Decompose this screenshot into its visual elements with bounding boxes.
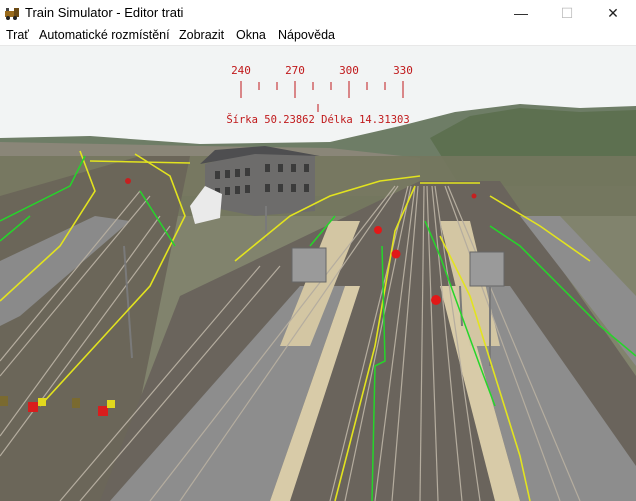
- editor-window: Train Simulator - Editor trati — ☐ ✕ Tra…: [0, 0, 636, 501]
- close-button[interactable]: ✕: [590, 0, 636, 26]
- signal-marker-2: [98, 406, 108, 416]
- signal-marker-1: [28, 402, 38, 412]
- coordinates-readout: Šírka 50.23862 Délka 14.31303: [226, 113, 409, 126]
- menu-item-zobrazit[interactable]: Zobrazit: [179, 28, 224, 42]
- menu-bar: Trať Automatické rozmístění Zobrazit Okn…: [0, 26, 636, 46]
- locomotive-icon: [5, 8, 19, 20]
- scene-canvas[interactable]: 240 270 300 330 Šírka 50.23862 Délka 14.…: [0, 46, 636, 501]
- signal-red-2: [391, 249, 401, 259]
- window-title: Train Simulator - Editor trati: [25, 5, 184, 20]
- menu-item-napoveda[interactable]: Nápověda: [278, 28, 335, 42]
- menu-item-trat[interactable]: Trať: [6, 28, 29, 42]
- menu-item-automaticke-rozmisteni[interactable]: Automatické rozmístění: [39, 28, 170, 42]
- title-bar[interactable]: Train Simulator - Editor trati — ☐ ✕: [0, 0, 636, 26]
- 3d-viewport[interactable]: 240 270 300 330 Šírka 50.23862 Délka 14.…: [0, 46, 636, 501]
- signal-red-3: [431, 295, 441, 305]
- compass-tick-330: 330: [393, 64, 413, 77]
- signal-red-1: [374, 226, 382, 234]
- compass-tick-270: 270: [285, 64, 305, 77]
- minimize-button[interactable]: —: [498, 0, 544, 26]
- compass-tick-300: 300: [339, 64, 359, 77]
- platform-kiosk-left: [291, 247, 327, 283]
- maximize-button[interactable]: ☐: [544, 0, 590, 26]
- menu-item-okna[interactable]: Okna: [236, 28, 266, 42]
- platform-kiosk-right: [469, 251, 505, 287]
- compass-tick-240: 240: [231, 64, 251, 77]
